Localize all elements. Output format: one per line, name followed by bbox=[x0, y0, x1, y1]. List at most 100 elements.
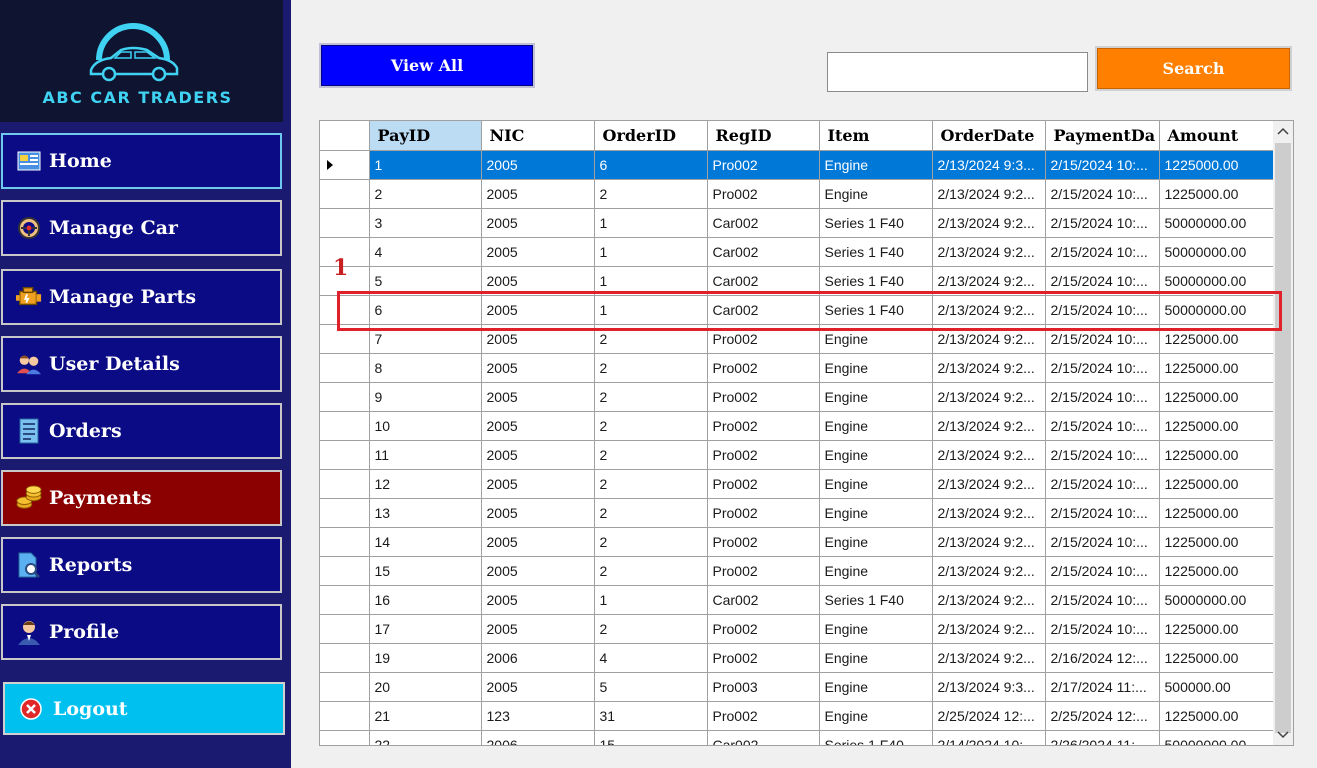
table-cell[interactable]: 2/15/2024 10:... bbox=[1045, 150, 1160, 180]
table-cell[interactable]: 2/13/2024 9:2... bbox=[932, 353, 1046, 383]
table-cell[interactable]: 2005 bbox=[481, 440, 595, 470]
table-cell[interactable]: 2/15/2024 10:... bbox=[1045, 614, 1160, 644]
table-cell[interactable]: 1 bbox=[594, 208, 708, 238]
table-cell[interactable]: 2/13/2024 9:3... bbox=[932, 672, 1046, 702]
row-header[interactable] bbox=[320, 498, 370, 528]
table-cell[interactable]: 50000000.00 bbox=[1159, 208, 1274, 238]
row-header[interactable] bbox=[320, 440, 370, 470]
table-cell[interactable]: 2 bbox=[369, 179, 482, 209]
row-header[interactable] bbox=[320, 353, 370, 383]
table-cell[interactable]: 50000000.00 bbox=[1159, 237, 1274, 267]
table-cell[interactable]: 2/17/2024 11:... bbox=[1045, 672, 1160, 702]
table-cell[interactable]: 2005 bbox=[481, 353, 595, 383]
table-cell[interactable]: 2/26/2024 11:... bbox=[1045, 730, 1160, 745]
table-cell[interactable]: 2/15/2024 10:... bbox=[1045, 585, 1160, 615]
row-header[interactable] bbox=[320, 614, 370, 644]
table-cell[interactable]: Engine bbox=[819, 701, 933, 731]
table-cell[interactable]: Car002 bbox=[707, 237, 820, 267]
table-cell[interactable]: 14 bbox=[369, 527, 482, 557]
table-cell[interactable]: 2/13/2024 9:2... bbox=[932, 179, 1046, 209]
table-cell[interactable]: 1225000.00 bbox=[1159, 411, 1274, 441]
table-cell[interactable]: Car002 bbox=[707, 208, 820, 238]
table-row[interactable]: 12 2005 2 Pro002 Engine 2/13/2024 9:2... 2/15/… bbox=[320, 469, 1274, 499]
table-cell[interactable]: 9 bbox=[369, 382, 482, 412]
table-cell[interactable]: 123 bbox=[481, 701, 595, 731]
row-header[interactable] bbox=[320, 585, 370, 615]
table-cell[interactable]: 2006 bbox=[481, 643, 595, 673]
table-cell[interactable]: 2006 bbox=[481, 730, 595, 745]
table-row[interactable]: 22 2006 15 Car002 Series 1 F40 2/14/2024 10:.… bbox=[320, 730, 1274, 745]
table-row[interactable]: 11 2005 2 Pro002 Engine 2/13/2024 9:2... 2/15/… bbox=[320, 440, 1274, 470]
table-cell[interactable]: 6 bbox=[594, 150, 708, 180]
table-cell[interactable]: Engine bbox=[819, 672, 933, 702]
table-cell[interactable]: 2 bbox=[594, 469, 708, 499]
table-cell[interactable]: Car002 bbox=[707, 585, 820, 615]
table-cell[interactable]: Pro002 bbox=[707, 411, 820, 441]
table-cell[interactable]: 2/13/2024 9:2... bbox=[932, 469, 1046, 499]
table-cell[interactable]: Series 1 F40 bbox=[819, 208, 933, 238]
table-cell[interactable]: 2/15/2024 10:... bbox=[1045, 382, 1160, 412]
table-cell[interactable]: 2/15/2024 10:... bbox=[1045, 179, 1160, 209]
table-cell[interactable]: 2005 bbox=[481, 179, 595, 209]
table-cell[interactable]: 2/16/2024 12:... bbox=[1045, 643, 1160, 673]
column-header[interactable]: OrderDate bbox=[932, 121, 1046, 151]
table-cell[interactable]: Engine bbox=[819, 150, 933, 180]
table-cell[interactable]: 1225000.00 bbox=[1159, 701, 1274, 731]
table-cell[interactable]: 2 bbox=[594, 353, 708, 383]
table-cell[interactable]: Engine bbox=[819, 614, 933, 644]
table-cell[interactable]: 2 bbox=[594, 527, 708, 557]
table-cell[interactable]: 31 bbox=[594, 701, 708, 731]
table-cell[interactable]: 2/25/2024 12:... bbox=[932, 701, 1046, 731]
table-cell[interactable]: 2/15/2024 10:... bbox=[1045, 469, 1160, 499]
table-cell[interactable]: Pro002 bbox=[707, 614, 820, 644]
table-row[interactable]: 19 2006 4 Pro002 Engine 2/13/2024 9:2... 2/16/… bbox=[320, 643, 1274, 673]
table-cell[interactable]: Pro002 bbox=[707, 440, 820, 470]
table-cell[interactable]: Engine bbox=[819, 179, 933, 209]
row-header[interactable] bbox=[320, 672, 370, 702]
table-cell[interactable]: 2005 bbox=[481, 150, 595, 180]
table-cell[interactable]: 1 bbox=[594, 237, 708, 267]
table-cell[interactable]: 2/14/2024 10:... bbox=[932, 730, 1046, 745]
column-header[interactable]: Amount bbox=[1159, 121, 1274, 151]
table-cell[interactable]: 1225000.00 bbox=[1159, 527, 1274, 557]
view-all-button[interactable]: View All bbox=[319, 43, 535, 88]
sidebar-item-payments[interactable]: Payments bbox=[1, 470, 282, 526]
scroll-up-icon[interactable] bbox=[1273, 121, 1293, 141]
table-cell[interactable]: 50000000.00 bbox=[1159, 585, 1274, 615]
table-cell[interactable]: Car002 bbox=[707, 730, 820, 745]
sidebar-item-user-details[interactable]: User Details bbox=[1, 336, 282, 392]
table-cell[interactable]: Pro002 bbox=[707, 556, 820, 586]
table-cell[interactable]: 8 bbox=[369, 353, 482, 383]
table-cell[interactable]: 1 bbox=[369, 150, 482, 180]
table-cell[interactable]: 2/13/2024 9:2... bbox=[932, 208, 1046, 238]
table-cell[interactable]: 2005 bbox=[481, 527, 595, 557]
table-cell[interactable]: 500000.00 bbox=[1159, 672, 1274, 702]
table-cell[interactable]: Series 1 F40 bbox=[819, 585, 933, 615]
table-cell[interactable]: 2005 bbox=[481, 614, 595, 644]
table-cell[interactable]: 1225000.00 bbox=[1159, 440, 1274, 470]
table-cell[interactable]: 2/13/2024 9:2... bbox=[932, 527, 1046, 557]
table-cell[interactable]: 4 bbox=[594, 643, 708, 673]
table-cell[interactable]: 2005 bbox=[481, 556, 595, 586]
column-header[interactable]: PayID bbox=[369, 121, 482, 151]
table-cell[interactable]: 2 bbox=[594, 440, 708, 470]
logout-button[interactable]: Logout bbox=[3, 682, 285, 735]
table-cell[interactable]: 3 bbox=[369, 208, 482, 238]
table-cell[interactable]: 2 bbox=[594, 556, 708, 586]
table-cell[interactable]: 1225000.00 bbox=[1159, 498, 1274, 528]
table-cell[interactable]: 2/15/2024 10:... bbox=[1045, 353, 1160, 383]
table-cell[interactable]: 11 bbox=[369, 440, 482, 470]
search-button[interactable]: Search bbox=[1095, 46, 1292, 91]
table-row[interactable]: 20 2005 5 Pro003 Engine 2/13/2024 9:3... 2/17/… bbox=[320, 672, 1274, 702]
table-cell[interactable]: 1225000.00 bbox=[1159, 469, 1274, 499]
table-cell[interactable]: Series 1 F40 bbox=[819, 237, 933, 267]
table-cell[interactable]: Engine bbox=[819, 411, 933, 441]
table-row[interactable]: 1 2005 6 Pro002 Engine 2/13/2024 9:3... 2/15/2… bbox=[320, 150, 1274, 180]
table-cell[interactable]: Pro002 bbox=[707, 643, 820, 673]
table-cell[interactable]: Engine bbox=[819, 643, 933, 673]
table-cell[interactable]: 2/13/2024 9:2... bbox=[932, 614, 1046, 644]
table-cell[interactable]: 2005 bbox=[481, 498, 595, 528]
table-cell[interactable]: 2/25/2024 12:... bbox=[1045, 701, 1160, 731]
table-cell[interactable]: Pro002 bbox=[707, 150, 820, 180]
table-row[interactable]: 3 2005 1 Car002 Series 1 F40 2/13/2024 9:2...… bbox=[320, 208, 1274, 238]
